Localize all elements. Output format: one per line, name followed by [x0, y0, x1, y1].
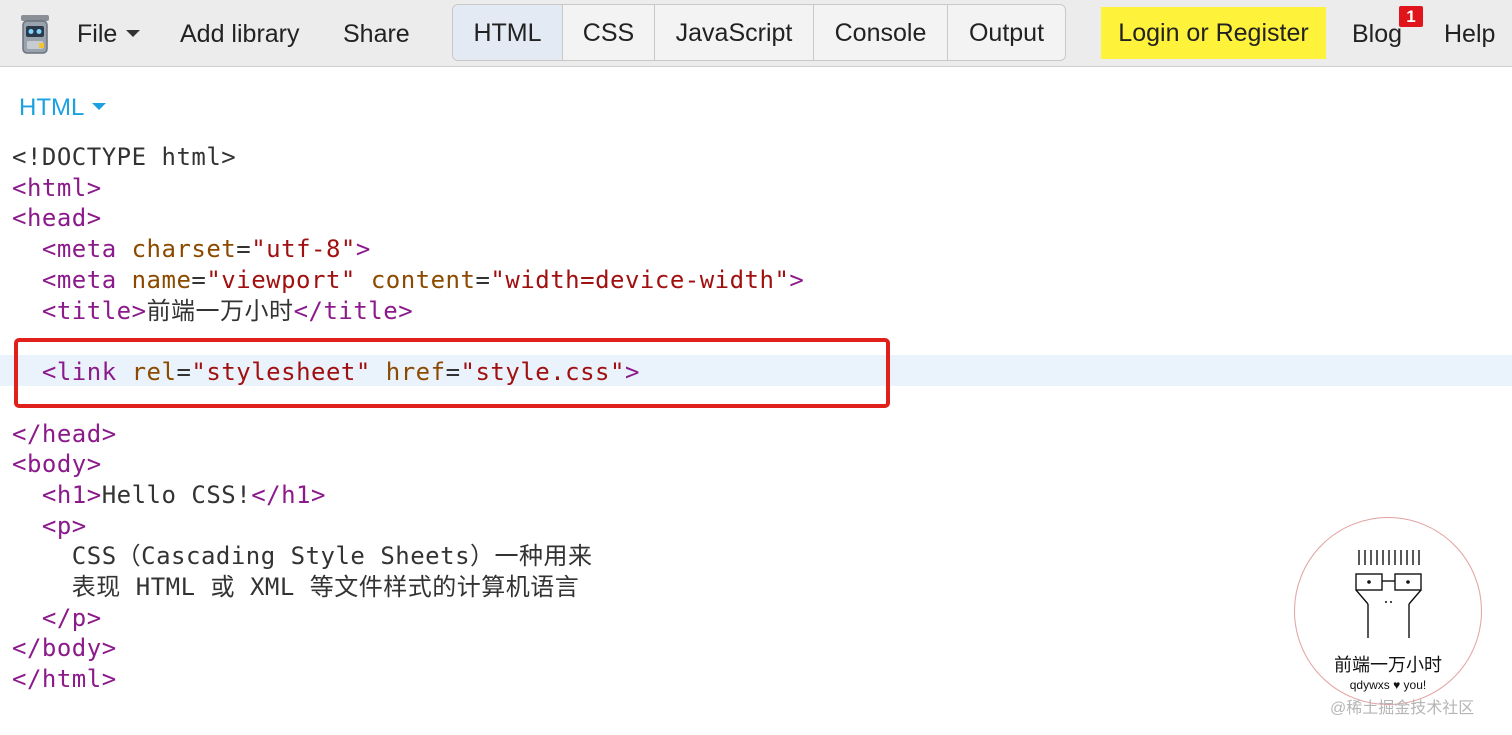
notification-badge: 1	[1399, 6, 1423, 27]
tab-console[interactable]: Console	[814, 5, 948, 60]
author-stamp: 前端一万小时 qdywxs ♥ you!	[1294, 517, 1482, 705]
code-line: <title>前端一万小时</title>	[41, 296, 414, 325]
code-line: </html>	[12, 665, 117, 694]
chevron-down-icon	[126, 29, 141, 37]
file-menu[interactable]: File	[77, 0, 141, 67]
share-button[interactable]: Share	[343, 0, 410, 67]
highlight-annotation-box	[14, 338, 890, 408]
stamp-subtitle: qdywxs ♥ you!	[1349, 678, 1427, 692]
code-line: <!DOCTYPE html>	[12, 143, 237, 171]
login-register-button[interactable]: Login or Register	[1101, 7, 1326, 59]
code-line: CSS（Cascading Style Sheets）一种用来	[71, 542, 593, 571]
tab-css[interactable]: CSS	[563, 5, 655, 60]
code-line: <h1>Hello CSS!</h1>	[41, 480, 326, 509]
code-line: </head>	[12, 419, 117, 448]
code-line: </body>	[12, 634, 117, 663]
top-toolbar: File Add library Share HTML CSS JavaScri…	[0, 0, 1512, 67]
code-line: <p>	[41, 511, 87, 540]
file-menu-label: File	[77, 20, 118, 48]
tab-javascript[interactable]: JavaScript	[655, 5, 814, 60]
code-line: </p>	[41, 603, 102, 632]
jsbin-logo-icon[interactable]	[18, 12, 52, 56]
code-line: <html>	[12, 173, 102, 202]
code-line: <meta charset="utf-8">	[41, 235, 371, 264]
help-link[interactable]: Help	[1444, 0, 1495, 67]
blog-link[interactable]: Blog	[1352, 0, 1402, 67]
language-dropdown[interactable]: HTML	[19, 92, 107, 124]
chevron-down-icon	[92, 103, 107, 111]
code-line: <head>	[12, 204, 102, 233]
add-library-button[interactable]: Add library	[180, 0, 300, 67]
code-line: <body>	[12, 450, 102, 479]
stamp-title: 前端一万小时	[1334, 655, 1442, 676]
language-label: HTML	[19, 94, 85, 121]
tab-html[interactable]: HTML	[453, 5, 563, 60]
watermark: @稀土掘金技术社区	[1330, 700, 1475, 717]
panel-tabs: HTML CSS JavaScript Console Output	[452, 4, 1066, 61]
tab-output[interactable]: Output	[948, 5, 1065, 60]
code-line: <meta name="viewport" content="width=dev…	[41, 265, 805, 294]
code-line: 表现 HTML 或 XML 等文件样式的计算机语言	[71, 573, 580, 601]
